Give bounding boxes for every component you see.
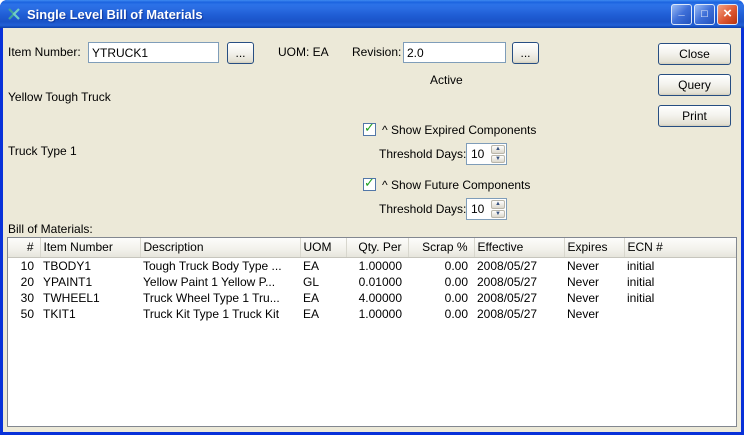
spin-up-icon[interactable]: ▲ <box>491 145 505 154</box>
item-number-label: Item Number: <box>8 45 81 59</box>
spinner-buttons: ▲ ▼ <box>491 199 506 219</box>
show-future-checkbox[interactable]: ✓ <box>363 175 376 191</box>
item-description-label: Yellow Tough Truck <box>8 90 111 104</box>
revision-label: Revision: <box>352 45 402 59</box>
uom-label: UOM: EA <box>278 45 329 59</box>
spin-down-icon[interactable]: ▼ <box>491 209 505 218</box>
print-button[interactable]: Print <box>658 105 731 127</box>
revision-input[interactable] <box>403 42 506 63</box>
maximize-button[interactable]: □ <box>694 3 715 25</box>
titlebar[interactable]: Single Level Bill of Materials _ □ × <box>0 0 744 28</box>
spin-up-icon[interactable]: ▲ <box>491 200 505 209</box>
bom-cell: GL <box>303 274 320 289</box>
window-content: Item Number: ... UOM: EA Revision: ... A… <box>3 28 741 432</box>
bom-cell: EA <box>303 306 320 321</box>
bom-cell: 0.00 <box>444 274 468 289</box>
app-icon <box>6 6 22 22</box>
bom-header-row: # Item Number Description UOM Qty. Per Scrap … <box>8 238 736 258</box>
revision-status-label: Active <box>430 73 463 87</box>
expired-threshold-label: Threshold Days: <box>379 147 467 161</box>
expired-threshold-spinner[interactable]: 10 ▲ ▼ <box>466 143 507 165</box>
bom-cell: 2008/05/27 <box>477 274 538 289</box>
item-type-label: Truck Type 1 <box>8 144 77 158</box>
bom-section-label: Bill of Materials: <box>8 222 93 236</box>
spinner-buttons: ▲ ▼ <box>491 144 506 164</box>
bom-cell: initial <box>627 274 655 289</box>
item-number-input[interactable] <box>88 42 219 63</box>
close-button[interactable]: Close <box>658 43 731 65</box>
bom-cell: YPAINT1 <box>43 274 93 289</box>
close-window-button[interactable]: × <box>717 3 738 25</box>
bom-row[interactable]: 10 TBODY1 Tough Truck Body Type ... EA 1.000… <box>8 257 736 274</box>
bom-cell: 2008/05/27 <box>477 258 538 273</box>
bom-cell: 30 <box>20 290 34 305</box>
bom-cell: 2008/05/27 <box>477 306 538 321</box>
show-expired-label: ^ Show Expired Components <box>382 123 537 137</box>
future-threshold-label: Threshold Days: <box>379 202 467 216</box>
column-header[interactable]: ECN # <box>624 238 736 258</box>
show-future-label: ^ Show Future Components <box>382 178 531 192</box>
bom-cell: TKIT1 <box>43 306 76 321</box>
checkmark-icon: ✓ <box>364 175 375 190</box>
future-threshold-spinner[interactable]: 10 ▲ ▼ <box>466 198 507 220</box>
bom-cell: Never <box>567 258 600 273</box>
bom-row[interactable]: 30 TWHEEL1 Truck Wheel Type 1 Tru... EA 4.00… <box>8 290 736 306</box>
bom-row[interactable]: 20 YPAINT1 Yellow Paint 1 Yellow P... GL 0.0… <box>8 274 736 290</box>
future-threshold-value[interactable]: 10 <box>467 199 491 219</box>
bom-cell <box>624 306 736 322</box>
close-icon: × <box>723 4 732 22</box>
expired-threshold-value[interactable]: 10 <box>467 144 491 164</box>
bom-cell: 2008/05/27 <box>477 290 538 305</box>
bom-cell: EA <box>303 258 320 273</box>
bom-cell: TWHEEL1 <box>43 290 100 305</box>
spin-down-icon[interactable]: ▼ <box>491 154 505 163</box>
bom-row[interactable]: 50 TKIT1 Truck Kit Type 1 Truck Kit EA 1.000… <box>8 306 736 322</box>
bom-cell: 20 <box>20 274 34 289</box>
bom-cell: Truck Kit Type 1 Truck Kit <box>143 306 280 321</box>
bom-cell: initial <box>627 290 655 305</box>
bom-cell: EA <box>303 290 320 305</box>
column-header[interactable]: Description <box>140 238 301 258</box>
maximize-icon: □ <box>701 8 708 20</box>
bom-cell: Yellow Paint 1 Yellow P... <box>143 274 276 289</box>
bom-cell: 0.00 <box>444 306 468 321</box>
column-header[interactable]: Qty. Per <box>346 238 409 258</box>
item-browse-button[interactable]: ... <box>227 42 254 64</box>
column-header[interactable]: Effective <box>474 238 565 258</box>
bom-cell: 0.00 <box>444 258 468 273</box>
titlebar-buttons: _ □ × <box>671 3 738 25</box>
minimize-button[interactable]: _ <box>671 3 692 25</box>
bom-cell: Never <box>567 290 600 305</box>
bom-cell: Truck Wheel Type 1 Tru... <box>143 290 280 305</box>
query-button[interactable]: Query <box>658 74 731 96</box>
bom-cell: 0.00 <box>444 290 468 305</box>
bom-window: Single Level Bill of Materials _ □ × Ite… <box>0 0 744 435</box>
revision-browse-button[interactable]: ... <box>512 42 539 64</box>
bom-cell: 1.00000 <box>358 258 402 273</box>
bom-cell: 4.00000 <box>358 290 402 305</box>
bom-cell: Tough Truck Body Type ... <box>143 258 282 273</box>
bom-cell: 10 <box>20 258 34 273</box>
minimize-icon: _ <box>678 5 685 17</box>
column-header[interactable]: Expires <box>564 238 625 258</box>
bom-table[interactable]: # Item Number Description UOM Qty. Per Scrap … <box>7 237 737 427</box>
column-header[interactable]: Scrap % <box>408 238 475 258</box>
bom-cell: 50 <box>20 306 34 321</box>
bom-cell: Never <box>567 274 600 289</box>
bom-cell: 0.01000 <box>358 274 402 289</box>
column-header[interactable]: UOM <box>300 238 347 258</box>
bom-cell: initial <box>627 258 655 273</box>
column-header[interactable]: # <box>8 238 41 258</box>
bom-cell: 1.00000 <box>358 306 402 321</box>
bom-cell: Never <box>567 306 600 321</box>
checkmark-icon: ✓ <box>364 120 375 135</box>
show-expired-checkbox[interactable]: ✓ <box>363 120 376 136</box>
bom-cell: TBODY1 <box>43 258 92 273</box>
window-title: Single Level Bill of Materials <box>27 6 203 22</box>
column-header[interactable]: Item Number <box>40 238 141 258</box>
